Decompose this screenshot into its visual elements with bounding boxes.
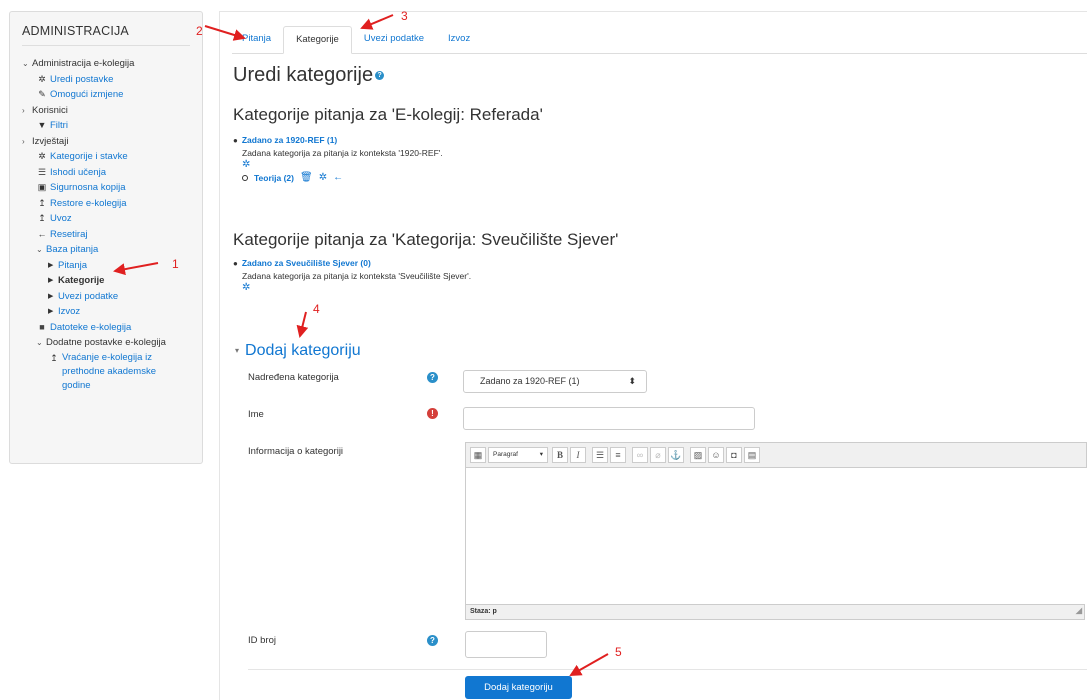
annotation-arrow-3 [360,14,394,30]
annotation-arrow-1 [113,262,159,276]
annotation-arrow-4 [296,311,309,338]
annotation-arrows [113,14,609,676]
annotation-arrow-5 [569,653,609,676]
annotation-arrow-2 [204,25,246,41]
